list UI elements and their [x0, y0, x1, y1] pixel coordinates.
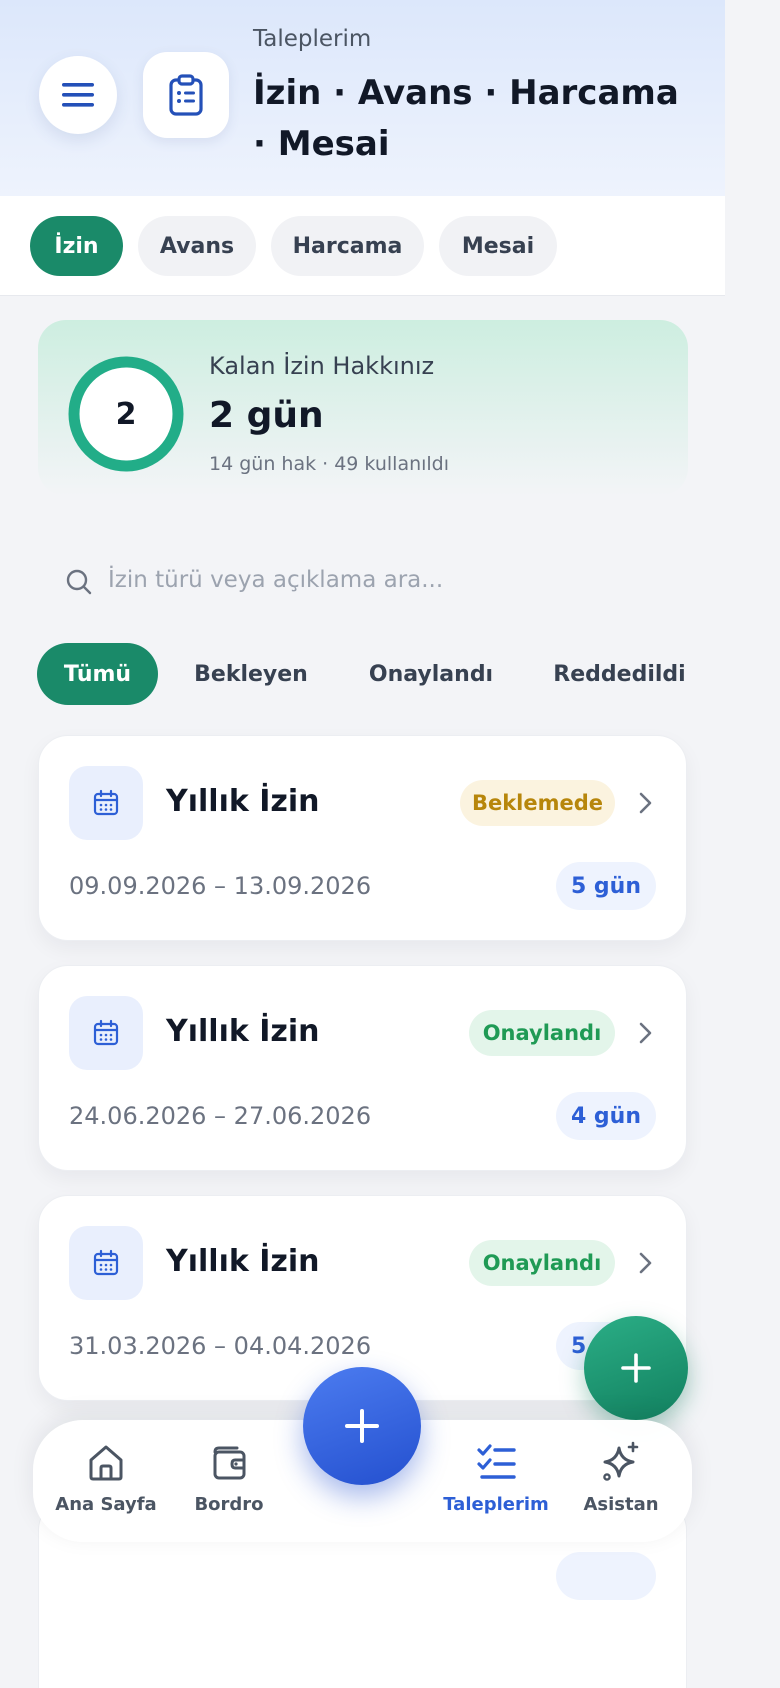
tab-izin[interactable]: İzin — [30, 216, 123, 276]
tab-avans[interactable]: Avans — [138, 216, 256, 276]
status-badge: Beklemede — [460, 780, 615, 826]
plus-icon — [621, 1353, 651, 1383]
page-title: İzin · Avans · Harcama · Mesai — [253, 73, 679, 164]
request-days: 5 gün — [556, 862, 656, 910]
nav-label: Bordro — [194, 1494, 264, 1515]
request-days-partial — [556, 1552, 656, 1600]
calendar-icon-tile — [69, 996, 143, 1070]
chevron-right-icon[interactable] — [635, 1020, 657, 1046]
plus-icon — [345, 1409, 379, 1443]
request-type: Yıllık İzin — [166, 784, 320, 819]
leave-balance-value: 2 gün — [209, 395, 324, 436]
nav-label: Ana Sayfa — [55, 1494, 157, 1515]
request-dates: 31.03.2026 – 04.04.2026 — [69, 1332, 372, 1360]
chevron-right-icon[interactable] — [635, 790, 657, 816]
filter-reddedildi[interactable]: Reddedildi — [547, 643, 692, 705]
request-days: 4 gün — [556, 1092, 656, 1140]
request-dates: 09.09.2026 – 13.09.2026 — [69, 872, 372, 900]
nav-bordro[interactable]: Bordro — [179, 1420, 279, 1542]
nav-label: Asistan — [583, 1494, 659, 1515]
nav-taleplerim[interactable]: Taleplerim — [441, 1420, 551, 1542]
header-subtitle: Taleplerim — [253, 26, 372, 52]
section-icon-tile — [143, 52, 229, 138]
wallet-icon — [213, 1446, 246, 1480]
calendar-icon — [93, 1249, 119, 1276]
sparkle-icon — [603, 1441, 639, 1481]
request-type: Yıllık İzin — [166, 1014, 320, 1049]
tab-mesai[interactable]: Mesai — [439, 216, 557, 276]
calendar-icon — [93, 1019, 119, 1046]
leave-balance-meta: 14 gün hak · 49 kullanıldı — [209, 453, 450, 475]
status-badge: Onaylandı — [469, 1240, 615, 1286]
app-header: Taleplerim İzin · Avans · Harcama · Mesa… — [0, 0, 725, 196]
tab-harcama[interactable]: Harcama — [271, 216, 424, 276]
filter-onaylandi[interactable]: Onaylandı — [360, 643, 502, 705]
search-input[interactable]: İzin türü veya açıklama ara... — [108, 567, 443, 593]
request-dates: 24.06.2026 – 27.06.2026 — [69, 1102, 372, 1130]
checklist-icon — [477, 1444, 516, 1479]
clipboard-icon — [169, 74, 203, 116]
calendar-icon-tile — [69, 1226, 143, 1300]
category-tabs: İzin Avans Harcama Mesai — [0, 196, 725, 296]
leave-balance-label: Kalan İzin Hakkınız — [209, 352, 435, 380]
menu-button[interactable] — [39, 56, 117, 134]
search-icon — [66, 569, 92, 595]
calendar-icon-tile — [69, 766, 143, 840]
new-request-button[interactable] — [303, 1367, 421, 1485]
nav-label: Taleplerim — [443, 1494, 549, 1515]
request-card[interactable]: Yıllık İzin Onaylandı 24.06.2026 – 27.06… — [38, 965, 687, 1171]
filter-bekleyen[interactable]: Bekleyen — [185, 643, 317, 705]
search-bar[interactable]: İzin türü veya açıklama ara... — [60, 555, 680, 609]
chevron-right-icon[interactable] — [635, 1250, 657, 1276]
request-card[interactable]: Yıllık İzin Beklemede 09.09.2026 – 13.09… — [38, 735, 687, 941]
add-request-button[interactable] — [584, 1316, 688, 1420]
status-badge: Onaylandı — [469, 1010, 615, 1056]
request-type: Yıllık İzin — [166, 1244, 320, 1279]
nav-asistan[interactable]: Asistan — [571, 1420, 671, 1542]
home-icon — [89, 1445, 123, 1481]
calendar-icon — [93, 789, 119, 816]
leave-ring-value: 2 — [115, 396, 137, 432]
nav-ana-sayfa[interactable]: Ana Sayfa — [51, 1420, 161, 1542]
filter-tumu[interactable]: Tümü — [37, 643, 158, 705]
hamburger-icon — [62, 83, 94, 107]
